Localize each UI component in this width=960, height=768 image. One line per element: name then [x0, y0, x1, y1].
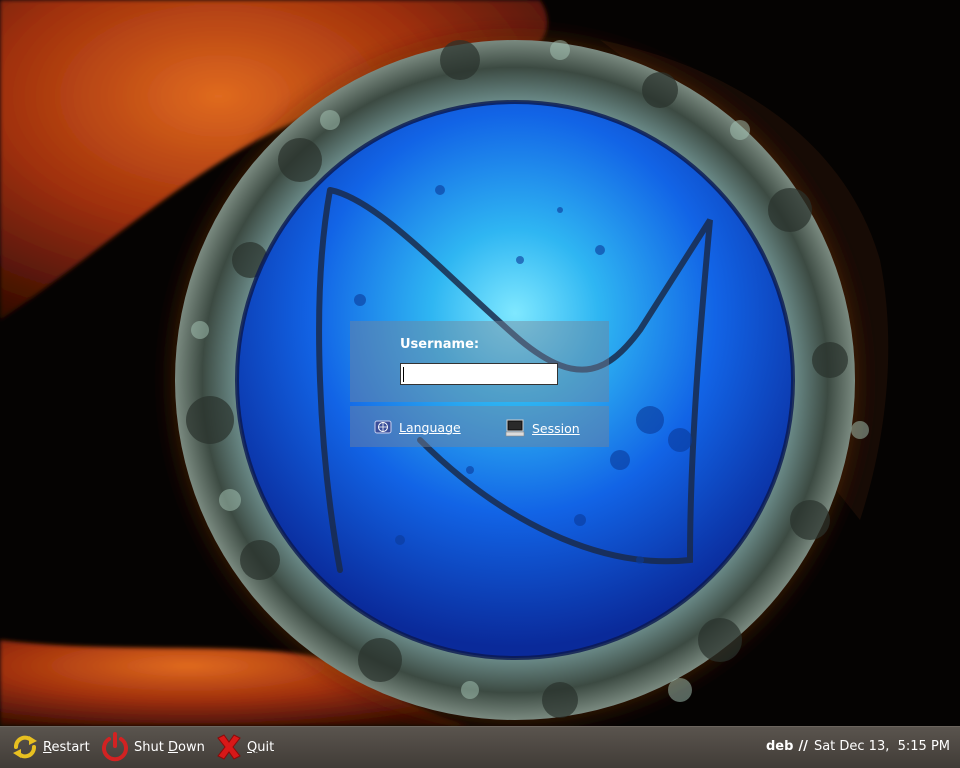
login-panel: Username: Language Session	[350, 321, 609, 447]
monitor-icon	[505, 419, 525, 437]
text-caret	[403, 367, 404, 382]
shutdown-button[interactable]: Shut Down	[99, 732, 205, 762]
session-button[interactable]: Session	[505, 418, 580, 438]
quit-x-icon	[217, 734, 241, 760]
quit-button[interactable]: Quit	[214, 732, 274, 762]
restart-label: Restart	[43, 739, 90, 755]
status-area: deb // Sat Dec 13, 5:15 PM	[766, 739, 950, 754]
language-label: Language	[399, 419, 461, 435]
clock: Sat Dec 13, 5:15 PM	[813, 739, 950, 754]
bottom-bar: Restart Shut Down Quit deb // Sat Dec 13, …	[0, 726, 960, 768]
restart-icon	[13, 735, 37, 759]
restart-button[interactable]: Restart	[10, 732, 90, 762]
language-button[interactable]: Language	[374, 418, 461, 436]
username-label: Username:	[400, 337, 480, 352]
hostname: deb	[766, 739, 794, 754]
login-options: Language Session	[350, 406, 609, 447]
username-section: Username:	[350, 321, 609, 402]
separator: //	[798, 739, 808, 754]
quit-label: Quit	[247, 739, 275, 755]
session-label: Session	[532, 420, 580, 436]
shutdown-label: Shut Down	[134, 739, 205, 755]
power-icon	[102, 732, 128, 762]
login-screen: Username: Language Session Restart Shut …	[0, 0, 960, 768]
username-input[interactable]	[400, 363, 558, 385]
globe-icon	[374, 420, 392, 434]
